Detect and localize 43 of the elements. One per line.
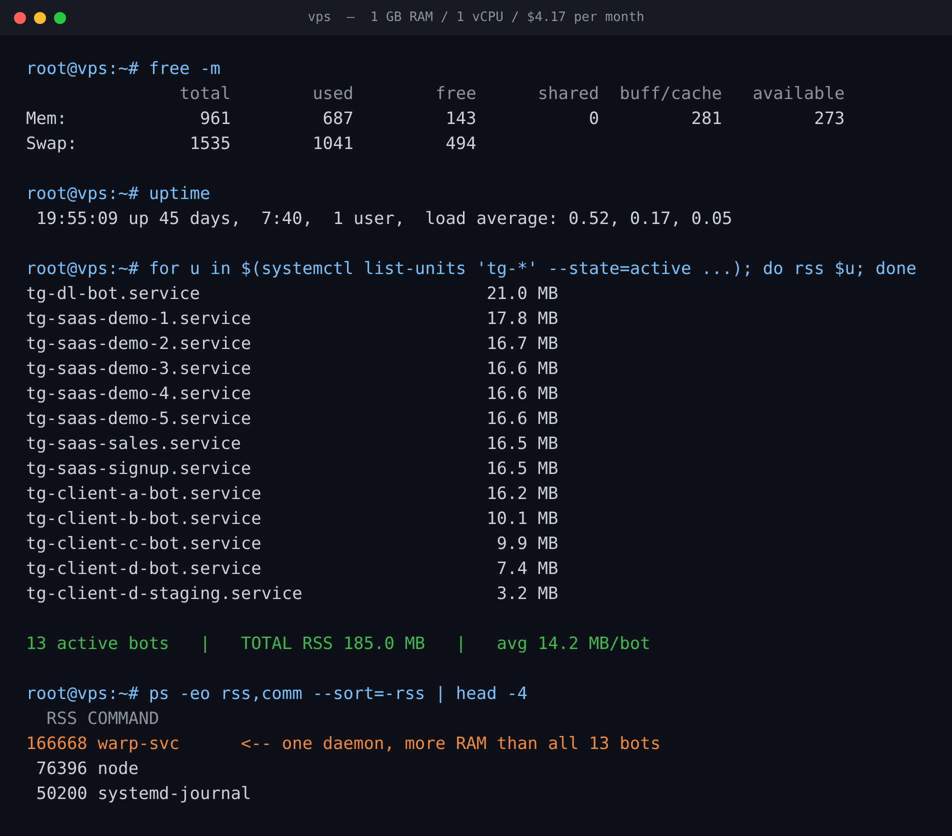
service-name: tg-client-c-bot.service (26, 533, 262, 556)
output-line: Swap: 1535 1041 494 (26, 133, 476, 156)
memory-value: 10.1 MB (486, 508, 558, 531)
command-line: root@vps:~# free -m (26, 58, 220, 81)
maximize-icon[interactable] (54, 12, 66, 24)
service-name: tg-client-b-bot.service (26, 508, 262, 531)
memory-value: 21.0 MB (486, 283, 558, 306)
memory-value: 16.6 MB (486, 383, 558, 406)
summary-line: 13 active bots | TOTAL RSS 185.0 MB | avg 14.2 MB/bot (26, 633, 650, 656)
minimize-icon[interactable] (34, 12, 46, 24)
service-name: tg-dl-bot.service (26, 283, 201, 306)
output-line: 19:55:09 up 45 days, 7:40, 1 user, load average: 0.52, 0.17, 0.05 (35, 208, 732, 231)
service-name: tg-saas-demo-3.service (26, 358, 252, 381)
memory-value: 16.5 MB (486, 433, 558, 456)
window-title: vps — 1 GB RAM / 1 vCPU / $4.17 per month (308, 10, 644, 25)
memory-value: 7.4 MB (496, 558, 558, 581)
command-line: root@vps:~# for u in $(systemctl list-units 'tg-*' --state=active ...); do rss $u; done (26, 258, 916, 281)
column-header: total used free shared buff/cache available (178, 83, 845, 106)
service-name: tg-client-d-staging.service (26, 583, 304, 606)
service-name: tg-saas-demo-5.service (26, 408, 252, 431)
command-line: root@vps:~# ps -eo rss,comm --sort=-rss | head -4 (26, 683, 528, 706)
service-name: tg-saas-signup.service (26, 458, 252, 481)
command-line: root@vps:~# uptime (26, 183, 210, 206)
close-icon[interactable] (14, 12, 26, 24)
service-name: tg-client-d-bot.service (26, 558, 262, 581)
memory-value: 16.2 MB (486, 483, 558, 506)
output-line: 50200 systemd-journal (35, 783, 252, 806)
column-header: RSS COMMAND (45, 708, 160, 731)
output-line: 76396 node (35, 758, 139, 781)
service-name: tg-saas-demo-4.service (26, 383, 252, 406)
memory-value: 16.6 MB (486, 408, 558, 431)
memory-value: 16.6 MB (486, 358, 558, 381)
memory-value: 17.8 MB (486, 308, 558, 331)
output-line: Mem: 961 687 143 0 281 273 (26, 108, 845, 131)
memory-value: 3.2 MB (496, 583, 558, 606)
memory-value: 16.7 MB (486, 333, 558, 356)
memory-value: 9.9 MB (496, 533, 558, 556)
service-name: tg-saas-sales.service (26, 433, 242, 456)
service-name: tg-client-a-bot.service (26, 483, 262, 506)
service-name: tg-saas-demo-1.service (26, 308, 252, 331)
service-name: tg-saas-demo-2.service (26, 333, 252, 356)
warning-line: 166668 warp-svc <-- one daemon, more RAM than all 13 bots (26, 733, 661, 756)
memory-value: 16.5 MB (486, 458, 558, 481)
